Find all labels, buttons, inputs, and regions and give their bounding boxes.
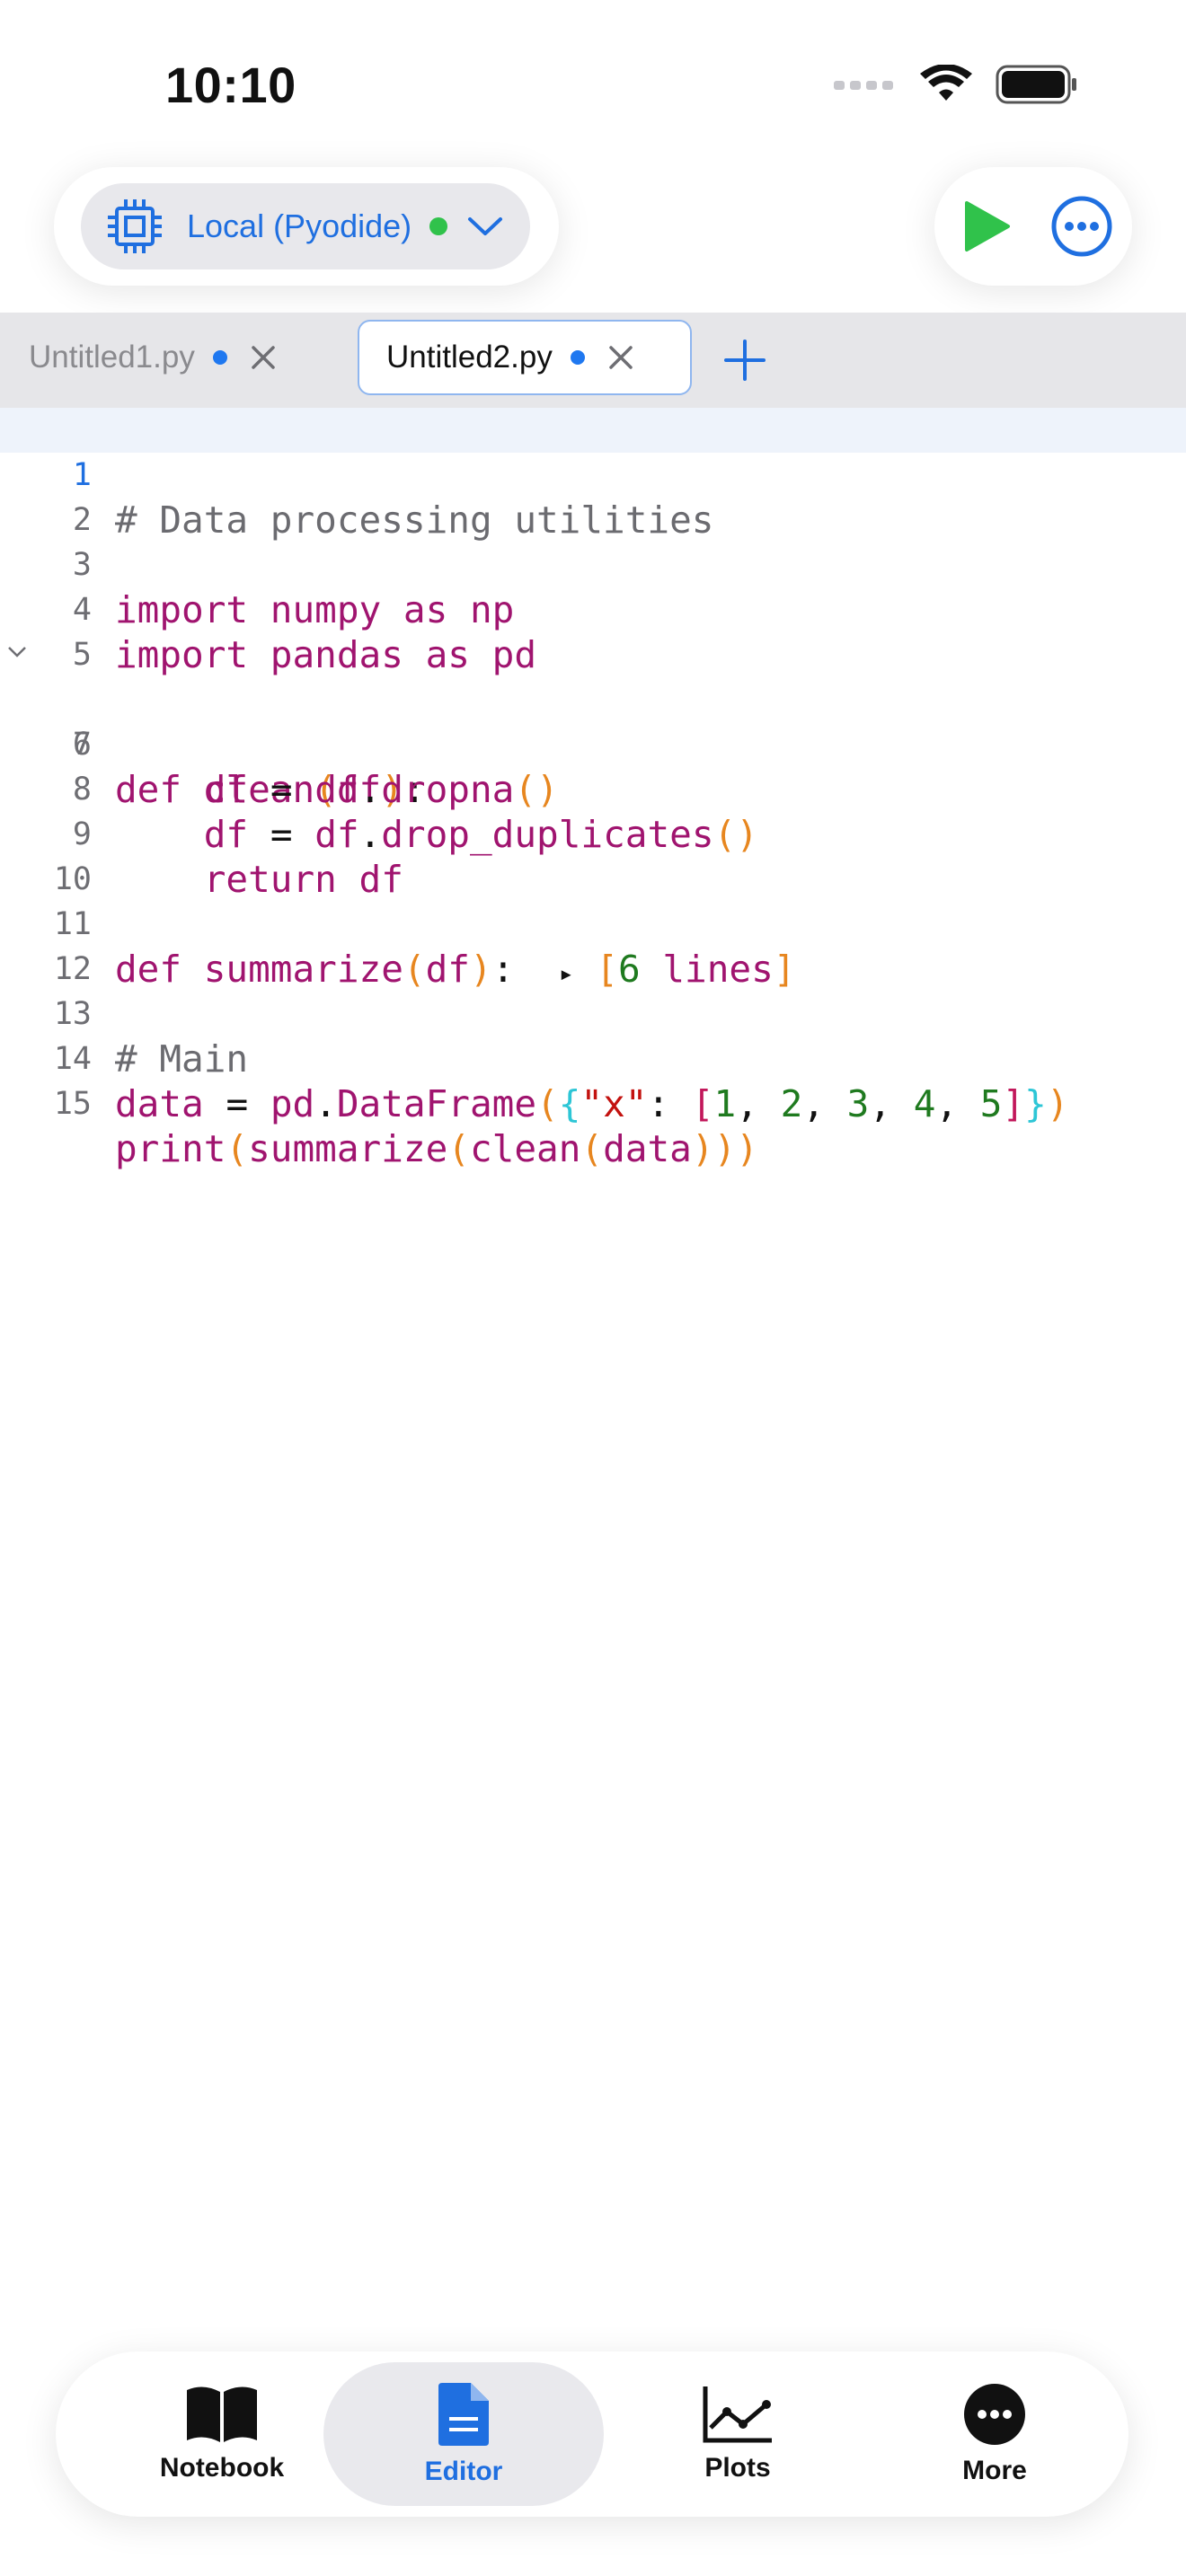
code-line: 3 import numpy as np <box>0 498 1186 631</box>
kernel-label: Local (Pyodide) <box>187 207 412 244</box>
chevron-down-icon <box>468 217 503 235</box>
code-line: 5 <box>0 587 1186 673</box>
code-text: print(summarize(clean(data))) <box>115 1127 758 1170</box>
bottom-tab-bar: Notebook Editor Plots More <box>56 2351 1128 2517</box>
status-icons <box>834 65 1078 104</box>
more-options-button[interactable] <box>1048 192 1116 260</box>
tab-untitled1[interactable]: Untitled1.py <box>29 320 276 395</box>
nav-label: More <box>962 2456 1027 2485</box>
tab-untitled2[interactable]: Untitled2.py <box>358 320 692 395</box>
run-actions-container <box>934 167 1132 286</box>
ellipsis-circle-icon <box>1051 196 1112 257</box>
cpu-chip-icon <box>108 199 162 253</box>
document-icon <box>438 2383 489 2446</box>
fold-chevron-down-icon[interactable] <box>7 645 27 659</box>
code-line: 2 <box>0 453 1186 538</box>
code-line: 6 def clean(df): <box>0 632 1186 811</box>
cellular-signal-icon <box>834 81 893 90</box>
book-icon <box>187 2386 257 2442</box>
code-line: 15 print(summarize(clean(data))) <box>0 1037 1186 1170</box>
tab-label: Untitled1.py <box>29 340 195 375</box>
nav-plots[interactable]: Plots <box>609 2362 866 2506</box>
close-icon[interactable] <box>608 345 633 370</box>
kernel-selector-button[interactable]: Local (Pyodide) <box>81 183 530 269</box>
nav-label: Plots <box>704 2453 771 2483</box>
unsaved-dot <box>212 350 227 365</box>
line-chart-icon <box>703 2386 772 2443</box>
code-line: 9 return df <box>0 767 1186 901</box>
add-tab-plus-icon[interactable] <box>722 338 767 383</box>
tab-label: Untitled2.py <box>386 340 553 375</box>
code-line: 10 <box>0 812 1186 897</box>
code-line: 12 <box>0 902 1186 987</box>
file-tab-bar: Untitled1.py Untitled2.py <box>0 313 1186 408</box>
wifi-icon <box>920 65 972 101</box>
code-line: 13 # Main <box>0 947 1186 1081</box>
kernel-status-dot <box>429 217 448 235</box>
kernel-selector-container: Local (Pyodide) <box>54 167 559 286</box>
code-line: 11 def summarize(df): ▸ [6 lines] <box>0 857 1186 991</box>
close-icon[interactable] <box>251 345 276 370</box>
nav-label: Editor <box>424 2457 503 2486</box>
code-text: data = pd.DataFrame({"x": [1, 2, 3, 4, 5… <box>115 1082 1069 1125</box>
status-time: 10:10 <box>165 57 296 113</box>
code-editor[interactable]: 1 # Data processing utilities 2 3 import… <box>0 408 1186 1170</box>
nav-notebook[interactable]: Notebook <box>93 2362 350 2506</box>
code-line: 1 # Data processing utilities <box>0 408 1186 542</box>
battery-icon <box>996 65 1076 104</box>
code-line: 4 import pandas as pd <box>0 543 1186 676</box>
run-button[interactable] <box>952 192 1021 260</box>
unsaved-dot <box>570 350 585 365</box>
nav-label: Notebook <box>159 2453 285 2483</box>
code-line: 7 df = df.dropna() <box>0 677 1186 811</box>
code-line: 14 data = pd.DataFrame({"x": [1, 2, 3, 4… <box>0 992 1186 1125</box>
ellipsis-circle-fill-icon <box>964 2384 1025 2445</box>
nav-more[interactable]: More <box>866 2362 1123 2506</box>
play-icon <box>965 201 1010 251</box>
line-number: 15 <box>53 1086 92 1122</box>
code-line: 8 df = df.drop_duplicates() <box>0 722 1186 856</box>
nav-editor[interactable]: Editor <box>323 2362 604 2506</box>
